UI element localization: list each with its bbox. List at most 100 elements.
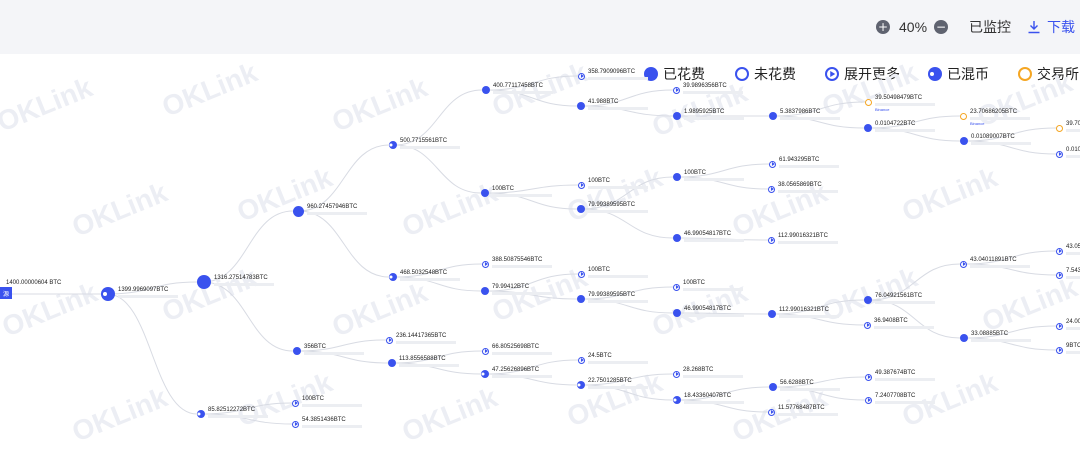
node-amount: 22.7501285BTC <box>588 378 632 384</box>
exchange-node-icon[interactable] <box>865 98 872 106</box>
node-amount: 236.14417365BTC <box>396 333 447 339</box>
mix-dot-icon <box>103 292 108 296</box>
node-address-placeholder <box>302 404 362 407</box>
expand-node-icon[interactable] <box>768 185 775 193</box>
mixed-node-icon[interactable] <box>197 410 205 418</box>
expand-node-icon[interactable] <box>960 260 967 268</box>
expand-node-icon[interactable] <box>1056 150 1063 158</box>
expand-node-icon[interactable] <box>482 260 489 268</box>
mixed-node-icon[interactable] <box>389 273 397 281</box>
spent-node-icon[interactable] <box>769 383 777 391</box>
spent-node-icon[interactable] <box>960 137 968 145</box>
spent-node-icon[interactable] <box>577 205 585 213</box>
spent-node-icon[interactable] <box>673 173 681 181</box>
spent-node-icon[interactable] <box>481 287 489 295</box>
download-icon <box>1028 21 1040 34</box>
node-amount: 112.99016321BTC <box>779 307 829 313</box>
zoom-out-button[interactable]: − <box>934 0 948 54</box>
expand-node-icon[interactable] <box>1056 271 1063 279</box>
expand-node-icon[interactable] <box>673 283 680 291</box>
node-address-placeholder <box>684 314 744 317</box>
spent-node-icon[interactable] <box>768 310 776 318</box>
mixed-node-icon[interactable] <box>101 287 115 301</box>
node-address-placeholder <box>1066 129 1080 132</box>
download-button[interactable]: 下载 <box>1027 0 1075 54</box>
spent-node-icon[interactable] <box>673 234 681 242</box>
expand-node-icon[interactable] <box>673 370 680 378</box>
expand-node-icon[interactable] <box>1056 322 1063 330</box>
expand-node-icon[interactable] <box>292 420 299 428</box>
spent-node-icon[interactable] <box>388 359 396 367</box>
expand-node-icon[interactable] <box>578 356 585 364</box>
spent-node-icon[interactable] <box>293 347 301 355</box>
mixed-node-icon[interactable] <box>673 396 681 404</box>
spent-node-icon[interactable] <box>864 124 872 132</box>
monitored-button[interactable]: 已监控 <box>969 0 1011 54</box>
expand-node-icon[interactable] <box>292 399 299 407</box>
node-amount: 38.0565869BTC <box>778 182 822 188</box>
node-address-placeholder <box>588 210 648 213</box>
exchange-tag[interactable]: Binance <box>875 107 889 112</box>
spent-node-icon[interactable] <box>577 102 585 110</box>
play-triangle-icon <box>962 262 966 266</box>
expand-node-icon[interactable] <box>769 160 776 168</box>
spent-node-icon[interactable] <box>197 275 211 289</box>
spent-node-icon[interactable] <box>293 205 304 217</box>
node-amount: 100BTC <box>302 396 325 402</box>
mixed-node-icon[interactable] <box>389 141 397 149</box>
expand-node-icon[interactable] <box>386 336 393 344</box>
spent-node-icon[interactable] <box>864 296 872 304</box>
node-amount: 7.543 <box>1066 268 1080 274</box>
spent-node-icon[interactable] <box>673 112 681 120</box>
play-triangle-icon <box>1058 348 1062 352</box>
node-amount: 358.7909096BTC <box>588 69 636 75</box>
expand-node-icon[interactable] <box>1056 247 1063 255</box>
zoom-in-button[interactable]: + <box>876 0 890 54</box>
exchange-tag[interactable]: Binance <box>970 121 984 126</box>
expand-node-icon[interactable] <box>865 396 872 404</box>
exchange-node-icon[interactable] <box>960 112 967 120</box>
spent-node-icon[interactable] <box>482 86 490 94</box>
node-address-placeholder <box>493 91 553 94</box>
node-address-placeholder <box>684 239 744 242</box>
expand-node-icon[interactable] <box>578 270 585 278</box>
expand-node-icon[interactable] <box>865 373 872 381</box>
expand-node-icon[interactable] <box>673 86 680 94</box>
graph-edge <box>298 210 390 278</box>
play-triangle-icon <box>580 272 584 276</box>
node-amount: 43.05 <box>1066 244 1080 250</box>
expand-node-icon[interactable] <box>578 72 585 80</box>
spent-node-icon[interactable] <box>673 309 681 317</box>
node-address-placeholder <box>588 107 648 110</box>
mixed-node-icon[interactable] <box>577 381 585 389</box>
mix-dot-icon <box>197 412 201 416</box>
spent-node-icon[interactable] <box>960 334 968 342</box>
expand-node-icon[interactable] <box>1056 346 1063 354</box>
play-triangle-icon <box>1058 249 1062 253</box>
node-address-placeholder <box>118 295 178 298</box>
spent-node-icon[interactable] <box>769 112 777 120</box>
plus-icon: + <box>876 20 890 34</box>
play-triangle-icon <box>294 422 298 426</box>
expand-node-icon[interactable] <box>482 347 489 355</box>
expand-node-icon[interactable] <box>864 321 871 329</box>
expand-node-icon[interactable] <box>768 408 775 416</box>
mix-dot-icon <box>481 372 485 376</box>
node-address-placeholder <box>492 265 552 268</box>
transaction-graph[interactable]: OKLink OKLink OKLink OKLink OKLink OKLink OKLi… <box>0 54 1080 456</box>
node-address-placeholder <box>778 241 838 244</box>
expand-node-icon[interactable] <box>578 181 585 189</box>
node-amount: 39.70 <box>1066 121 1080 127</box>
expand-node-icon[interactable] <box>768 236 775 244</box>
node-address-placeholder <box>400 278 460 281</box>
play-triangle-icon <box>1058 273 1062 277</box>
exchange-node-icon[interactable] <box>1056 124 1063 132</box>
node-address-placeholder <box>492 375 552 378</box>
spent-node-icon[interactable] <box>481 189 489 197</box>
spent-node-icon[interactable] <box>577 295 585 303</box>
node-amount: 18.43360407BTC <box>684 393 732 399</box>
play-triangle-icon <box>867 398 871 402</box>
node-amount: 61.943295BTC <box>779 157 820 163</box>
root-source-badge[interactable]: 源 <box>0 287 12 299</box>
mixed-node-icon[interactable] <box>481 370 489 378</box>
